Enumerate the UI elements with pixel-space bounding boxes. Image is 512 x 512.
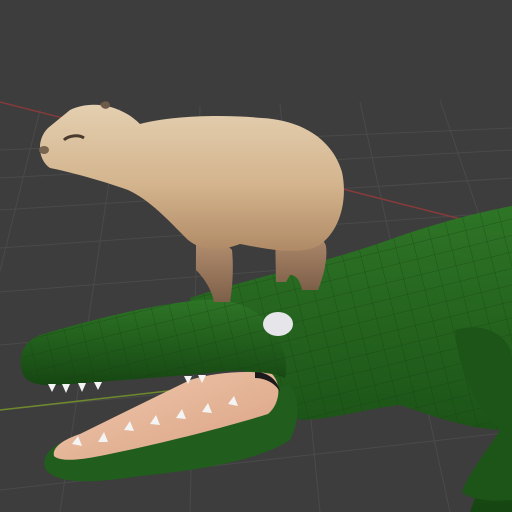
capybara-nose [39,146,49,154]
capybara-model[interactable] [39,101,344,302]
3d-viewport[interactable] [0,0,512,512]
capybara-body [39,104,344,251]
crocodile-eye [263,312,293,336]
crocodile-model[interactable] [20,206,512,512]
capybara-front-leg [196,240,233,302]
viewport-canvas[interactable] [0,0,512,512]
